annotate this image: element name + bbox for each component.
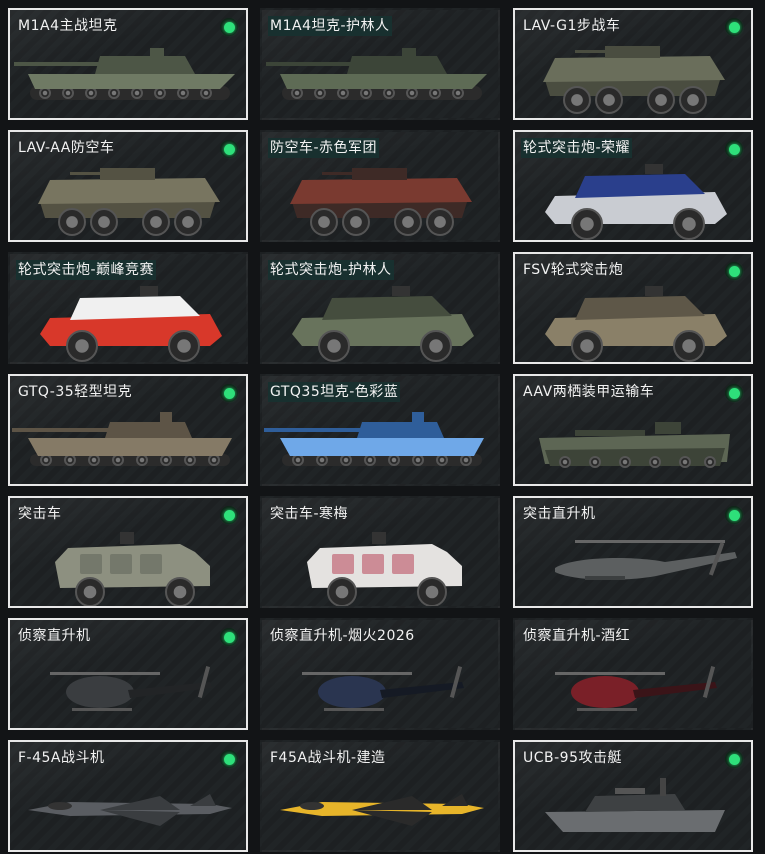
vehicle-name: LAV-G1步战车 xyxy=(523,18,621,34)
tank-vehicle-icon xyxy=(262,34,498,118)
vehicle-name: 侦察直升机-烟火2026 xyxy=(270,628,415,644)
vehicle-card[interactable]: 轮式突击炮-荣耀 xyxy=(513,130,753,242)
vehicle-name: GTQ35坦克-色彩蓝 xyxy=(268,382,401,402)
vehicle-name: 轮式突击炮-巅峰竞赛 xyxy=(16,260,157,280)
aav-vehicle-icon xyxy=(515,400,751,484)
vehicle-name: F-45A战斗机 xyxy=(18,750,105,766)
vehicle-card[interactable]: GTQ35坦克-色彩蓝 xyxy=(260,374,500,486)
vehicle-card[interactable]: LAV-AA防空车 xyxy=(8,130,248,242)
heli-vehicle-icon xyxy=(515,644,751,728)
vehicle-name: 侦察直升机 xyxy=(18,628,91,644)
vehicle-card[interactable]: 侦察直升机 xyxy=(8,618,248,730)
vehicle-name: 侦察直升机-酒红 xyxy=(523,628,631,644)
vehicle-card[interactable]: LAV-G1步战车 xyxy=(513,8,753,120)
vehicle-name: F45A战斗机-建造 xyxy=(270,750,386,766)
jet-vehicle-icon xyxy=(262,766,498,850)
tank-vehicle-icon xyxy=(10,34,246,118)
attackheli-vehicle-icon xyxy=(515,522,751,606)
vehicle-name: M1A4主战坦克 xyxy=(18,18,118,34)
jet-vehicle-icon xyxy=(10,766,246,850)
vehicle-card[interactable]: 轮式突击炮-巅峰竞赛 xyxy=(8,252,248,364)
heli-vehicle-icon xyxy=(10,644,246,728)
jeep-vehicle-icon xyxy=(515,156,751,240)
truck-vehicle-icon xyxy=(262,522,498,606)
vehicle-card[interactable]: F-45A战斗机 xyxy=(8,740,248,852)
vehicle-card[interactable]: 突击车-寒梅 xyxy=(260,496,500,608)
lighttank-vehicle-icon xyxy=(262,400,498,484)
vehicle-card[interactable]: 突击直升机 xyxy=(513,496,753,608)
apc-vehicle-icon xyxy=(515,34,751,118)
vehicle-card[interactable]: FSV轮式突击炮 xyxy=(513,252,753,364)
vehicle-name: 突击车-寒梅 xyxy=(270,506,349,522)
vehicle-card[interactable]: GTQ-35轻型坦克 xyxy=(8,374,248,486)
vehicle-name: AAV两栖装甲运输车 xyxy=(523,384,655,400)
vehicle-card[interactable]: 侦察直升机-烟火2026 xyxy=(260,618,500,730)
vehicle-name: GTQ-35轻型坦克 xyxy=(18,384,133,400)
vehicle-card[interactable]: 轮式突击炮-护林人 xyxy=(260,252,500,364)
apc-vehicle-icon xyxy=(262,156,498,240)
vehicle-card[interactable]: 侦察直升机-酒红 xyxy=(513,618,753,730)
jeep-vehicle-icon xyxy=(10,278,246,362)
jeep-vehicle-icon xyxy=(262,278,498,362)
heli-vehicle-icon xyxy=(262,644,498,728)
vehicle-name: M1A4坦克-护林人 xyxy=(268,16,392,36)
vehicle-card[interactable]: 防空车-赤色军团 xyxy=(260,130,500,242)
lighttank-vehicle-icon xyxy=(10,400,246,484)
vehicle-card[interactable]: 突击车 xyxy=(8,496,248,608)
vehicle-name: UCB-95攻击艇 xyxy=(523,750,622,766)
apc-vehicle-icon xyxy=(10,156,246,240)
vehicle-name: 突击直升机 xyxy=(523,506,596,522)
vehicle-card[interactable]: F45A战斗机-建造 xyxy=(260,740,500,852)
boat-vehicle-icon xyxy=(515,766,751,850)
vehicle-name: 突击车 xyxy=(18,506,62,522)
truck-vehicle-icon xyxy=(10,522,246,606)
vehicle-card[interactable]: M1A4坦克-护林人 xyxy=(260,8,500,120)
vehicle-name: 轮式突击炮-荣耀 xyxy=(521,138,633,158)
vehicle-name: FSV轮式突击炮 xyxy=(523,262,624,278)
vehicle-name: 防空车-赤色军团 xyxy=(268,138,380,158)
vehicle-name: LAV-AA防空车 xyxy=(18,140,115,156)
vehicle-card[interactable]: UCB-95攻击艇 xyxy=(513,740,753,852)
jeep-vehicle-icon xyxy=(515,278,751,362)
vehicle-card[interactable]: M1A4主战坦克 xyxy=(8,8,248,120)
vehicle-name: 轮式突击炮-护林人 xyxy=(268,260,394,280)
vehicle-grid: M1A4主战坦克 M1A4坦克-护林人 LAV-G1步战车 LAV-AA防空车 … xyxy=(0,0,765,854)
vehicle-card[interactable]: AAV两栖装甲运输车 xyxy=(513,374,753,486)
